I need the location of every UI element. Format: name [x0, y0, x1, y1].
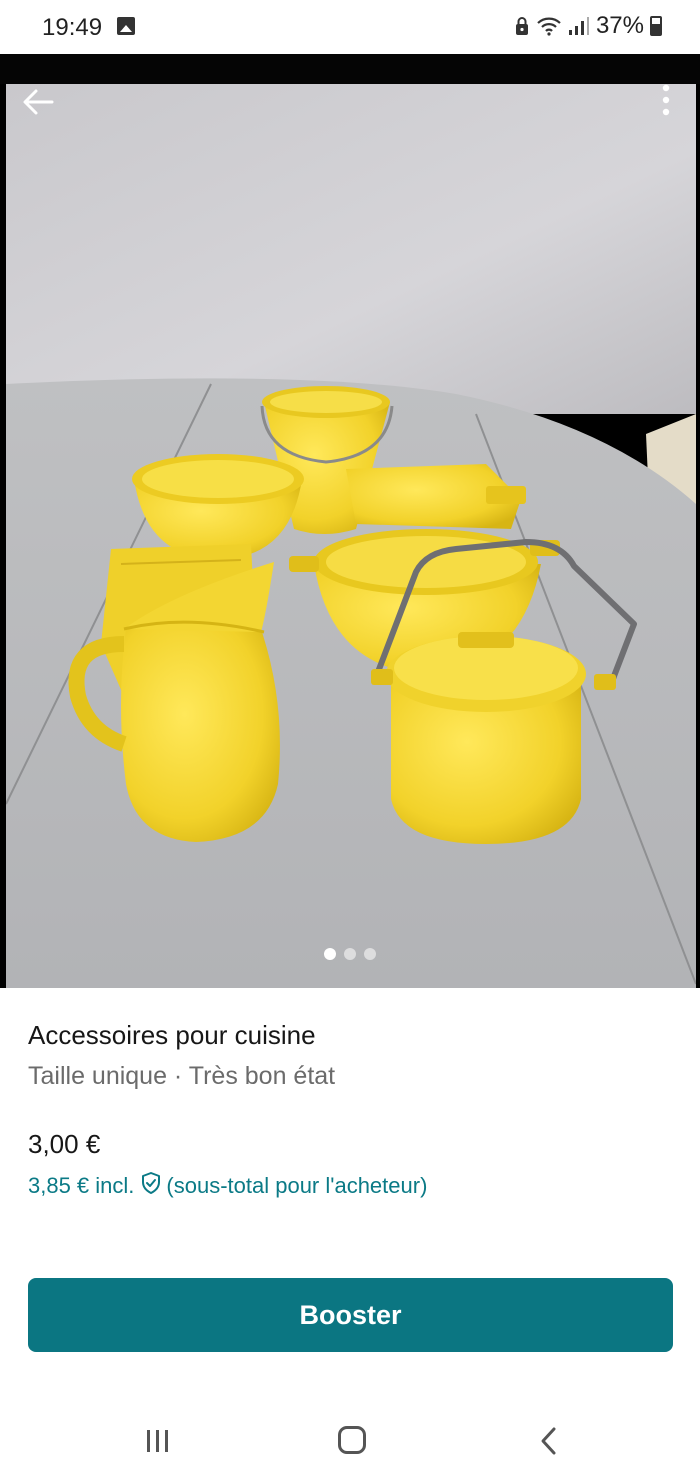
gallery-icon: [117, 17, 135, 35]
status-icons: 37%: [514, 12, 662, 40]
pagination-dot-1[interactable]: [324, 948, 336, 960]
lock-icon: [514, 16, 530, 36]
photo-top-band: [0, 54, 700, 84]
product-photo[interactable]: [6, 84, 696, 988]
status-time: 19:49: [42, 14, 103, 41]
pagination-dot-2[interactable]: [344, 948, 356, 960]
photo-carousel[interactable]: [0, 54, 700, 988]
item-size-condition: Taille unique · Très bon état: [28, 1062, 336, 1090]
recent-apps-icon[interactable]: [144, 1428, 172, 1459]
signal-icon: [568, 16, 590, 36]
pagination-dot-3[interactable]: [364, 948, 376, 960]
home-icon[interactable]: [338, 1426, 366, 1454]
battery-level: 37%: [595, 12, 644, 39]
status-bar: 19:49 37%: [0, 0, 700, 54]
nav-back-icon[interactable]: [538, 1426, 560, 1461]
wifi-icon: [536, 16, 562, 36]
carousel-pagination: [0, 948, 700, 960]
item-title: Accessoires pour cuisine: [28, 1020, 316, 1050]
back-arrow-icon[interactable]: [18, 82, 58, 122]
buyer-subtotal-note: (sous-total pour l'acheteur): [166, 1173, 428, 1198]
buyer-price-line[interactable]: 3,85 € incl. (sous-total pour l'acheteur…: [28, 1171, 427, 1201]
item-price: 3,00 €: [28, 1129, 101, 1159]
battery-icon: [650, 16, 662, 36]
buyer-price: 3,85 € incl.: [28, 1173, 135, 1198]
system-nav-bar: [0, 1400, 700, 1481]
shield-check-icon: [140, 1171, 162, 1201]
more-vertical-icon[interactable]: [656, 82, 676, 122]
booster-button[interactable]: Booster: [28, 1278, 673, 1352]
